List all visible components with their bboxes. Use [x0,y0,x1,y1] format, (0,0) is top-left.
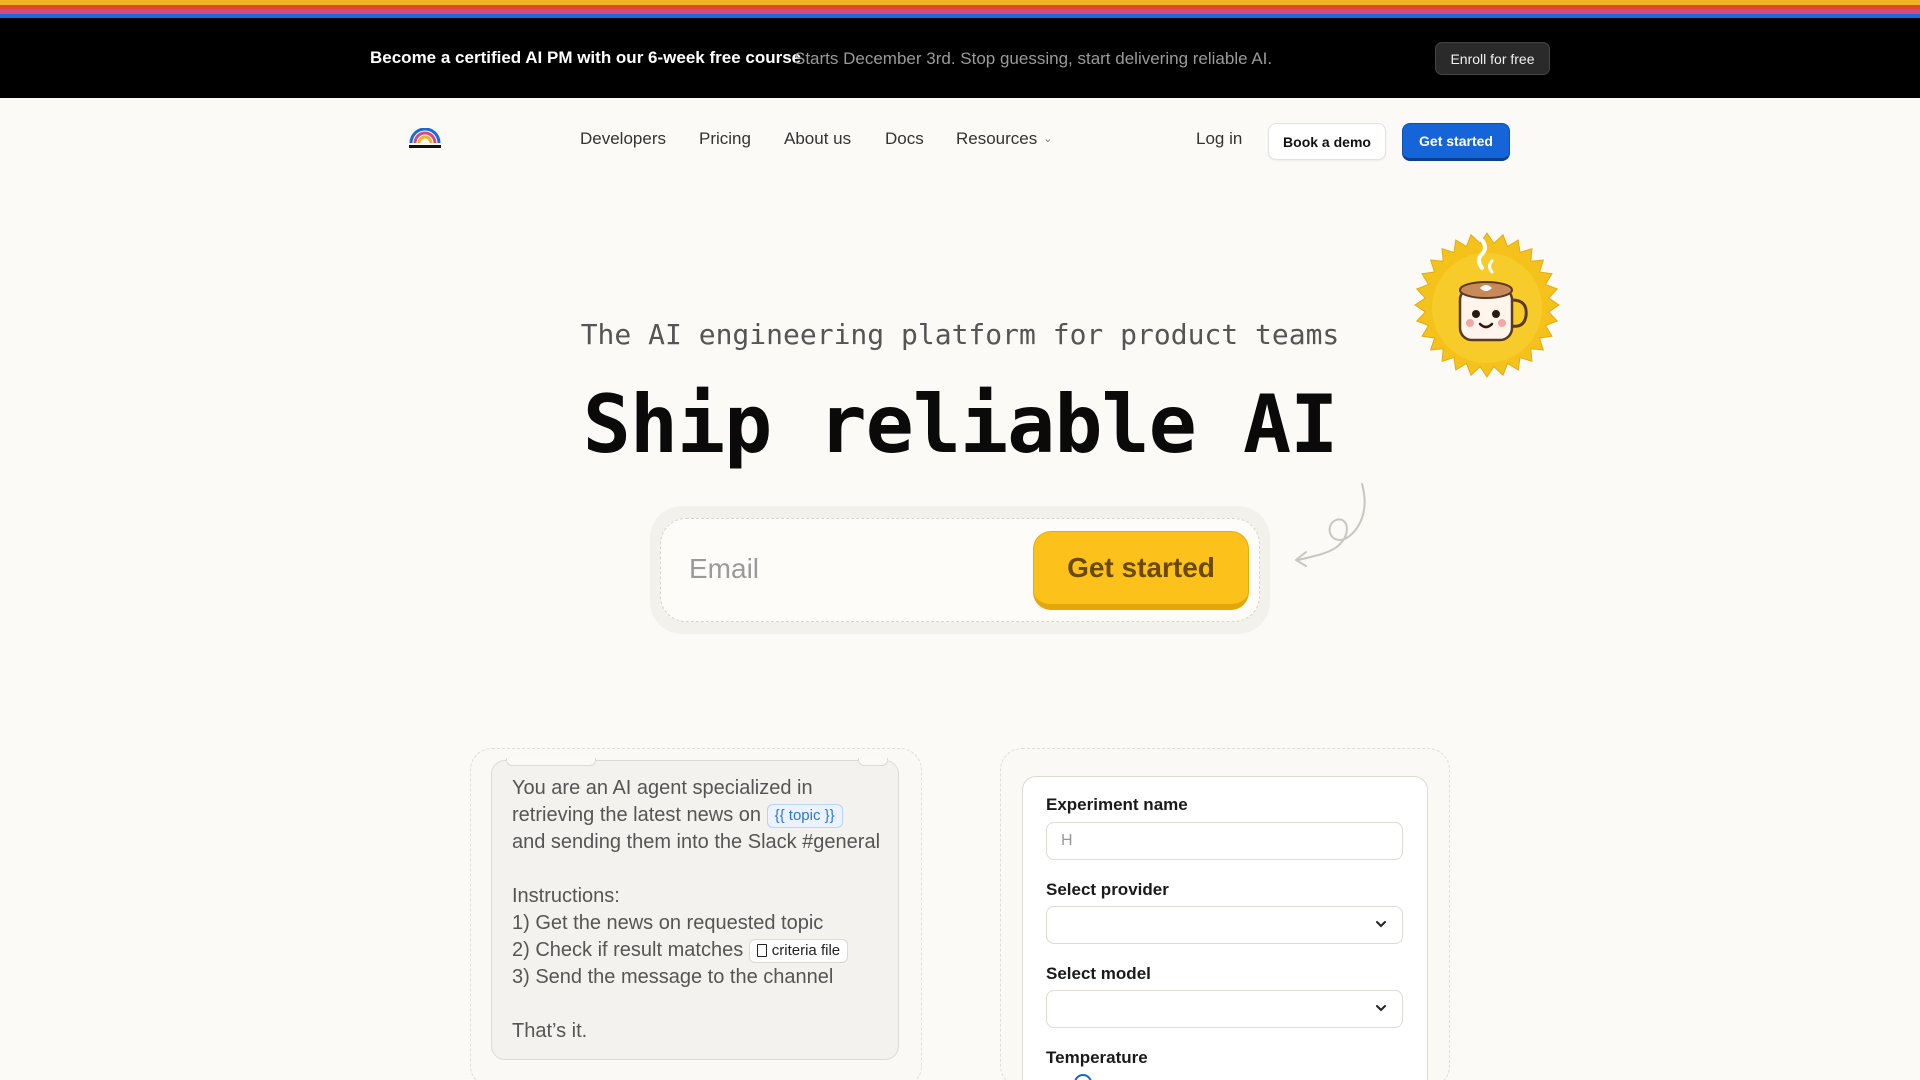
model-select[interactable] [1046,990,1403,1028]
hero-tagline: The AI engineering platform for product … [580,318,1340,351]
top-rainbow-stripe [0,0,1920,18]
email-input[interactable] [689,549,1009,589]
model-label: Select model [1046,964,1151,983]
chevron-down-icon: ⌄ [1043,133,1053,145]
prompt-line: You are an AI agent specialized in [512,777,813,799]
prompt-tab-stub [506,758,596,766]
prompt-tab-stub-right [858,758,888,766]
provider-select[interactable] [1046,906,1403,944]
nav-resources-label: Resources [956,129,1038,148]
nav-developers[interactable]: Developers [580,129,666,149]
chevron-down-icon [1376,1005,1386,1012]
chevron-down-icon [1376,921,1386,928]
curved-arrow-icon [1294,483,1366,567]
prompt-text: You are an AI agent specialized in retri… [512,775,892,1045]
experiment-name-label: Experiment name [1046,795,1188,814]
prompt-line-text: 2) Check if result matches [512,939,744,961]
nav-resources[interactable]: Resources ⌄ [956,129,1052,149]
prompt-line: 1) Get the news on requested topic [512,912,824,934]
criteria-file-chip[interactable]: criteria file [748,939,849,963]
prompt-line-text: retrieving the latest news on [512,804,762,826]
temperature-label: Temperature [1046,1048,1148,1067]
promo-title: Become a certified AI PM with our 6-week… [370,48,802,67]
experiment-name-value: H [1061,832,1073,849]
promo-subtitle: Starts December 3rd. Stop guessing, star… [794,49,1273,68]
email-signup-form: Get started [660,518,1260,622]
topic-variable-chip[interactable]: {{ topic }} [766,804,843,828]
book-demo-button[interactable]: Book a demo [1268,123,1386,160]
criteria-file-label: criteria file [771,942,841,959]
prompt-card: You are an AI agent specialized in retri… [491,758,899,1060]
hero-get-started-button[interactable]: Get started [1033,531,1249,610]
prompt-line: That’s it. [512,1020,588,1042]
prompt-line: 2) Check if result matches criteria file [512,937,892,964]
prompt-line: 3) Send the message to the channel [512,966,834,988]
provider-label: Select provider [1046,880,1169,899]
nav-pricing[interactable]: Pricing [699,129,751,149]
prompt-line: Instructions: [512,885,620,907]
prompt-line: retrieving the latest news on {{ topic }… [512,802,892,829]
coffee-mug-mascot-icon [1414,232,1560,378]
file-icon [756,944,767,957]
nav-about-us[interactable]: About us [784,129,851,149]
nav-docs[interactable]: Docs [885,129,924,149]
prompt-line: and sending them into the Slack #general [512,831,881,853]
nav-get-started-button[interactable]: Get started [1402,123,1510,161]
enroll-button[interactable]: Enroll for free [1435,42,1550,75]
rainbow-logo-icon[interactable] [408,128,442,150]
experiment-form-card: Experiment name H Select provider Select… [1022,776,1428,1080]
login-link[interactable]: Log in [1196,129,1242,149]
main-nav: Developers Pricing About us Docs Resourc… [0,98,1920,184]
promo-banner: Become a certified AI PM with our 6-week… [0,18,1920,98]
experiment-name-input[interactable]: H [1046,822,1403,860]
hero-headline: Ship reliable AI [582,378,1339,471]
